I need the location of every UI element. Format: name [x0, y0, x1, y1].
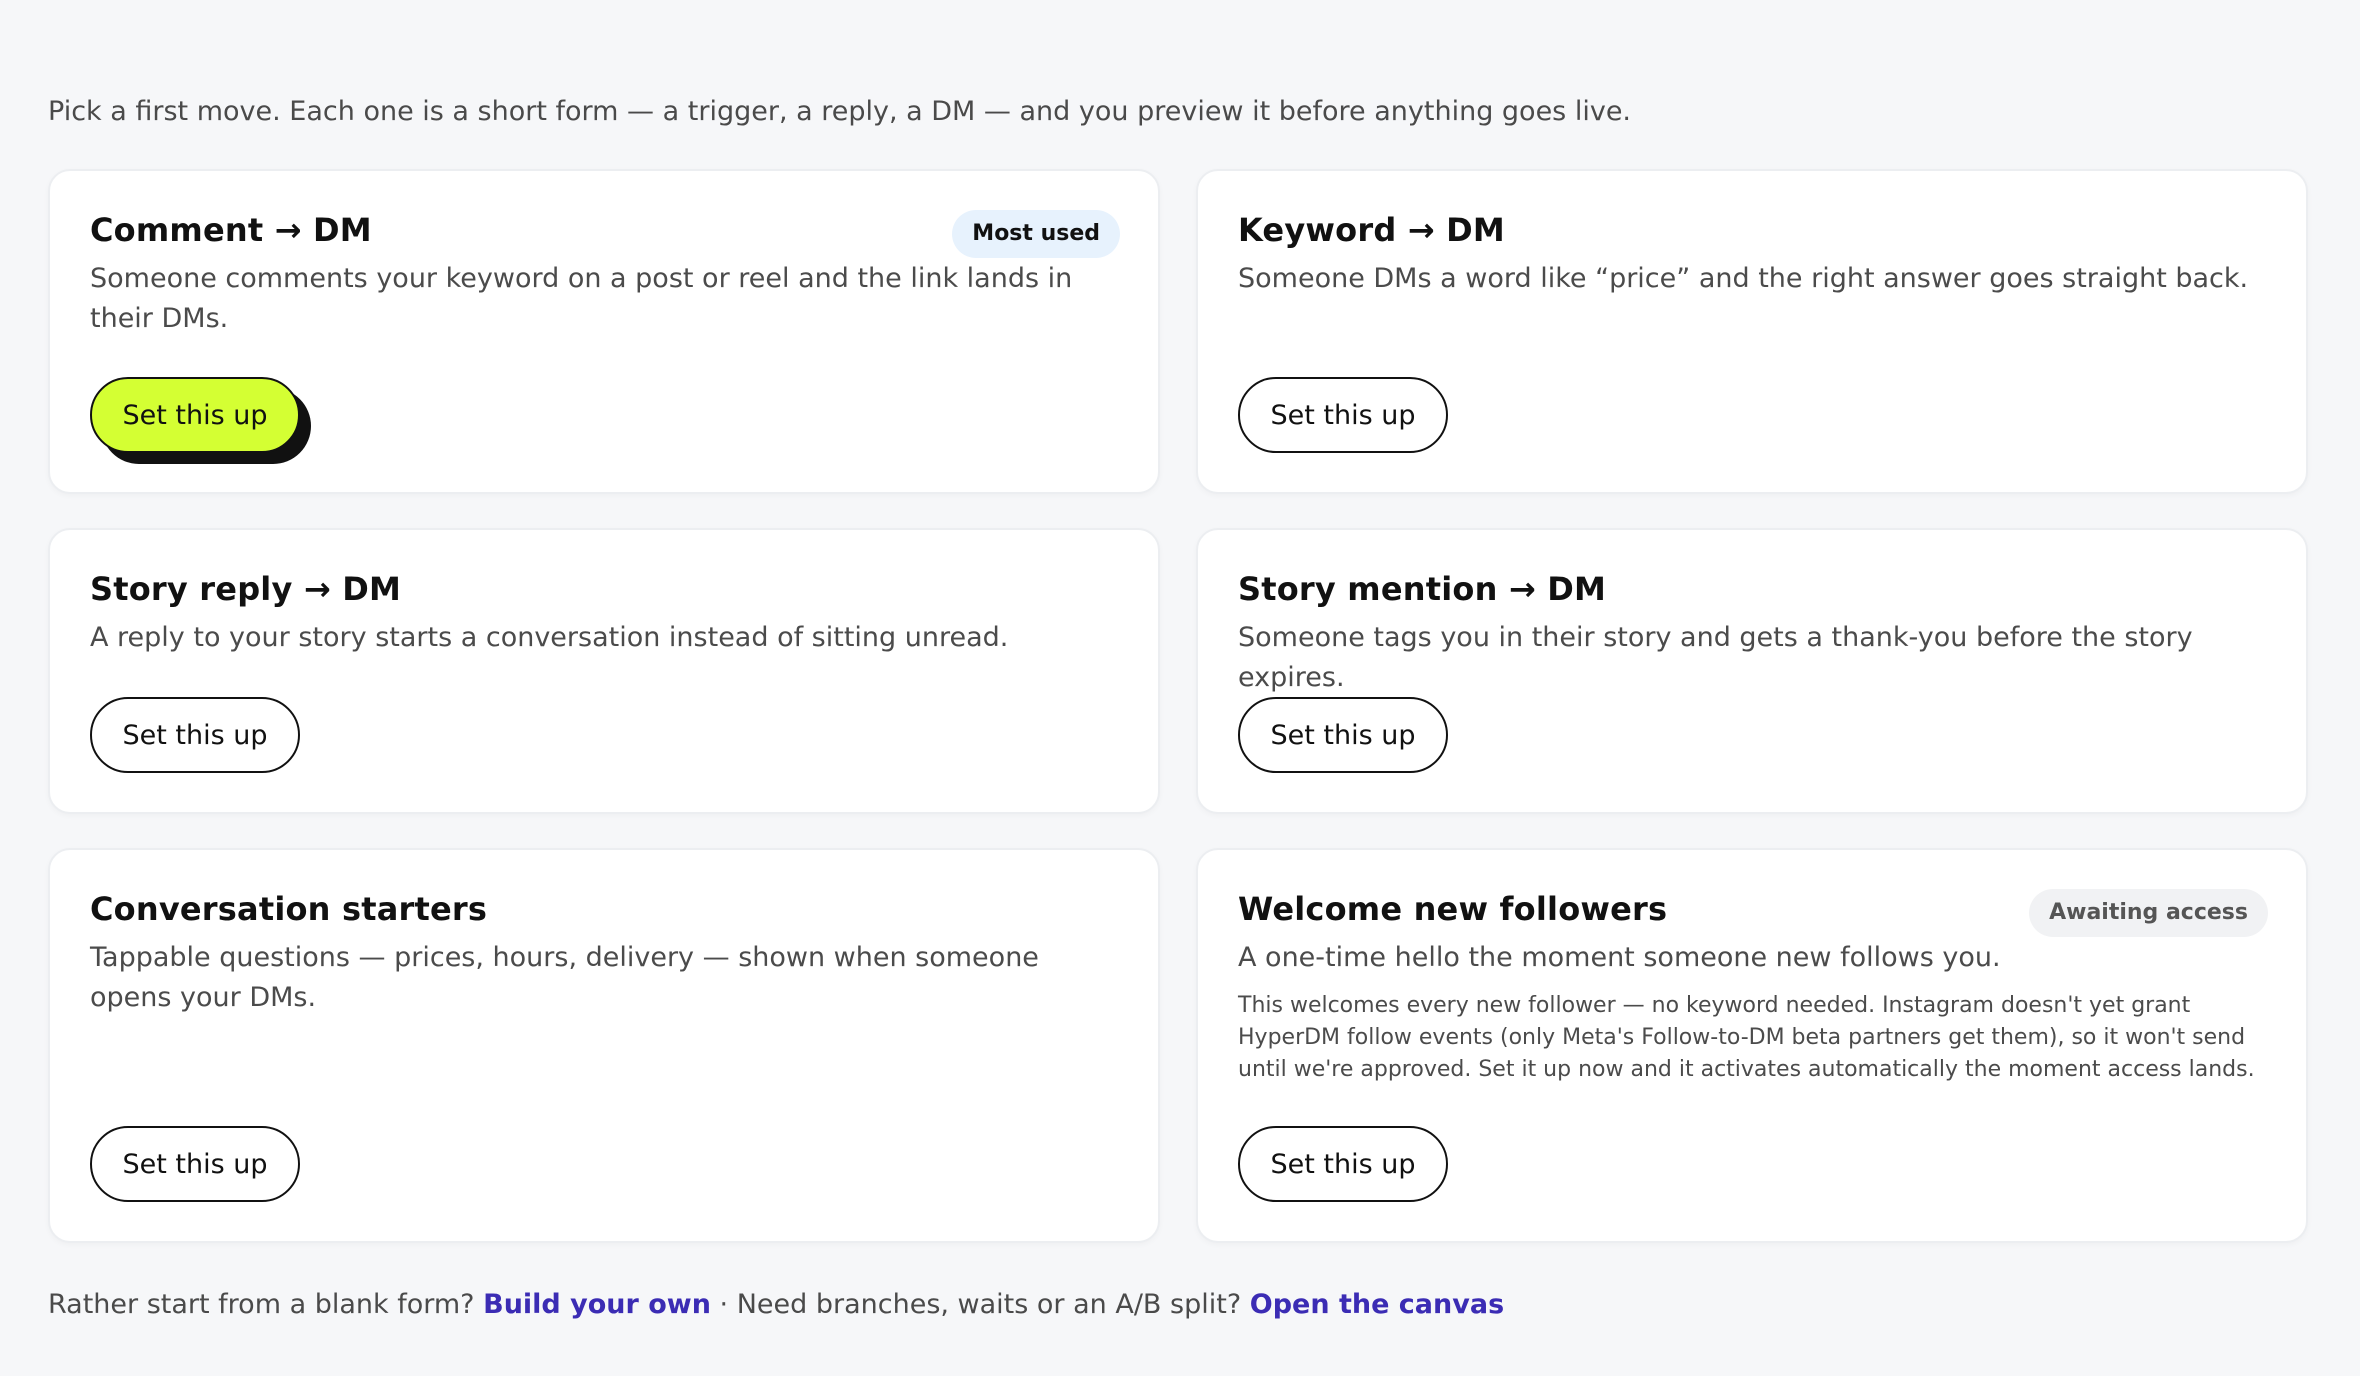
set-up-comment-to-dm-button[interactable]: Set this up — [90, 377, 300, 453]
card-description: Someone DMs a word like “price” and the … — [1238, 263, 2249, 295]
card-content: Story mention → DM Someone tags you in t… — [1238, 570, 2266, 698]
set-up-conversation-starters-button[interactable]: Set this up — [90, 1126, 300, 1202]
card-content: Story reply → DM A reply to your story s… — [90, 570, 1118, 658]
access-note: This welcomes every new follower — no ke… — [1238, 993, 2255, 1083]
set-up-story-reply-button[interactable]: Set this up — [90, 697, 300, 773]
set-up-welcome-followers-button[interactable]: Set this up — [1238, 1126, 1448, 1202]
card-description: Tappable questions — prices, hours, deli… — [90, 942, 1039, 1014]
card-content: Keyword → DM Someone DMs a word like “pr… — [1238, 211, 2266, 299]
card-description: Someone tags you in their story and gets… — [1238, 622, 2193, 694]
footer-prefix: Rather start from a blank form? — [48, 1289, 475, 1320]
card-story-mention-to-dm: Story mention → DM Someone tags you in t… — [1196, 528, 2308, 814]
build-your-own-link[interactable]: Build your own — [483, 1289, 711, 1320]
card-title: Conversation starters — [90, 890, 488, 928]
footer-middle: · Need branches, waits or an A/B split? — [719, 1289, 1242, 1320]
footer-text: Rather start from a blank form? Build yo… — [48, 1289, 1504, 1320]
card-story-reply-to-dm: Story reply → DM A reply to your story s… — [48, 528, 1160, 814]
template-grid: Comment → DM Someone comments your keywo… — [48, 169, 2312, 1243]
card-content: Conversation starters Tappable questions… — [90, 890, 1118, 1018]
card-description: A one-time hello the moment someone new … — [1238, 942, 2001, 974]
card-conversation-starters: Conversation starters Tappable questions… — [48, 848, 1160, 1243]
card-description: A reply to your story starts a conversat… — [90, 622, 1009, 654]
card-welcome-new-followers: Welcome new followers A one-time hello t… — [1196, 848, 2308, 1243]
set-up-story-mention-button[interactable]: Set this up — [1238, 697, 1448, 773]
most-used-badge: Most used — [952, 210, 1120, 258]
card-comment-to-dm: Comment → DM Someone comments your keywo… — [48, 169, 1160, 494]
awaiting-access-badge: Awaiting access — [2029, 889, 2268, 937]
card-keyword-to-dm: Keyword → DM Someone DMs a word like “pr… — [1196, 169, 2308, 494]
card-title: Story mention → DM — [1238, 570, 1607, 608]
card-title: Keyword → DM — [1238, 211, 1505, 249]
card-title: Story reply → DM — [90, 570, 402, 608]
intro-text: Pick a first move. Each one is a short f… — [48, 96, 1632, 127]
set-up-keyword-to-dm-button[interactable]: Set this up — [1238, 377, 1448, 453]
open-canvas-link[interactable]: Open the canvas — [1250, 1289, 1504, 1320]
card-description: Someone comments your keyword on a post … — [90, 263, 1073, 335]
